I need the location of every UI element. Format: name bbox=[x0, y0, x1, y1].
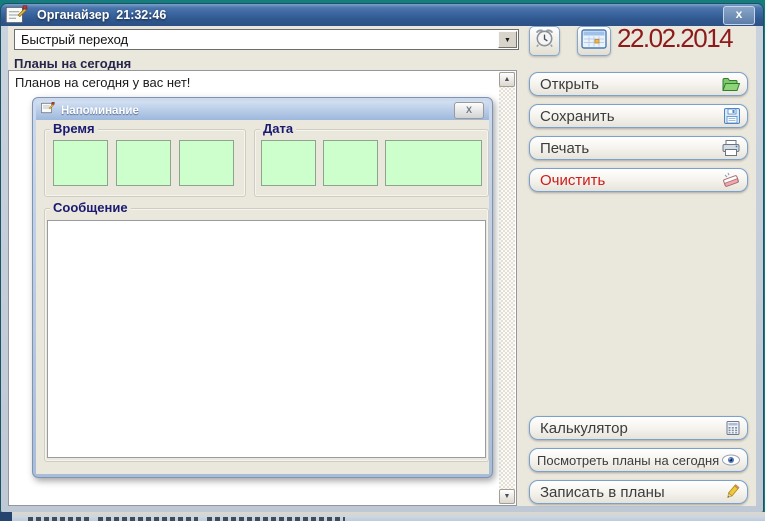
reminder-title-bar[interactable]: Напоминание X bbox=[36, 101, 489, 120]
clear-button[interactable]: Очистить bbox=[529, 168, 748, 192]
view-plans-button[interactable]: Посмотреть планы на сегодня bbox=[529, 448, 748, 472]
print-button-label: Печать bbox=[540, 139, 590, 157]
quick-nav-value: Быстрый переход bbox=[21, 32, 129, 47]
obscured-taskbar-corner bbox=[0, 512, 12, 521]
obscured-text-fragment bbox=[28, 517, 90, 521]
eye-icon bbox=[721, 453, 741, 467]
save-button[interactable]: Сохранить bbox=[529, 104, 748, 128]
time-hours-field[interactable] bbox=[53, 140, 108, 186]
open-folder-icon bbox=[721, 75, 741, 93]
message-textarea[interactable] bbox=[47, 220, 486, 458]
print-button[interactable]: Печать bbox=[529, 136, 748, 160]
scroll-down-icon[interactable]: ▼ bbox=[499, 489, 515, 504]
calculator-button-label: Калькулятор bbox=[540, 419, 628, 437]
eraser-icon bbox=[721, 171, 741, 189]
reminder-close-button[interactable]: X bbox=[454, 102, 484, 119]
time-seconds-field[interactable] bbox=[179, 140, 234, 186]
date-group-label: Дата bbox=[260, 121, 297, 136]
open-button[interactable]: Открыть bbox=[529, 72, 748, 96]
open-button-label: Открыть bbox=[540, 75, 599, 93]
date-day-field[interactable] bbox=[261, 140, 316, 186]
time-groupbox: Время bbox=[44, 121, 246, 197]
calendar-button[interactable] bbox=[577, 26, 611, 56]
message-groupbox: Сообщение bbox=[44, 200, 489, 462]
obscured-background-window-strip bbox=[0, 512, 765, 521]
organizer-window: Органайзер 21:32:46 x Быстрый переход ▼ bbox=[0, 3, 764, 518]
window-body: Быстрый переход ▼ 22.02.2014 Планы на се… bbox=[8, 23, 756, 506]
reminder-dialog-icon bbox=[40, 101, 55, 120]
current-date: 22.02.2014 bbox=[617, 23, 734, 53]
save-button-label: Сохранить bbox=[540, 107, 615, 125]
date-month-field[interactable] bbox=[323, 140, 378, 186]
obscured-text-fragment bbox=[98, 517, 198, 521]
combo-dropdown-arrow-icon[interactable]: ▼ bbox=[498, 31, 517, 48]
calendar-icon bbox=[581, 28, 607, 55]
reminder-dialog: Напоминание X Время Дата Сообщение bbox=[32, 97, 493, 478]
message-group-label: Сообщение bbox=[50, 200, 131, 215]
write-plans-button[interactable]: Записать в планы bbox=[529, 480, 748, 504]
reminder-dialog-title: Напоминание bbox=[61, 104, 139, 117]
view-plans-button-label: Посмотреть планы на сегодня bbox=[537, 452, 720, 468]
time-minutes-field[interactable] bbox=[116, 140, 171, 186]
alarm-clock-icon bbox=[533, 27, 556, 55]
printer-icon bbox=[721, 139, 741, 157]
window-title: Органайзер 21:32:46 bbox=[37, 8, 167, 22]
calculator-button[interactable]: Калькулятор bbox=[529, 416, 748, 440]
reminder-dialog-body: Время Дата Сообщение bbox=[36, 120, 489, 474]
plans-empty-message: Планов на сегодня у вас нет! bbox=[15, 75, 191, 90]
window-frame: Быстрый переход ▼ 22.02.2014 Планы на се… bbox=[1, 23, 763, 518]
clear-button-label: Очистить bbox=[540, 171, 606, 189]
plans-section-label: Планы на сегодня bbox=[14, 56, 132, 71]
pencil-icon bbox=[723, 483, 741, 501]
scroll-up-icon[interactable]: ▲ bbox=[499, 72, 515, 87]
date-groupbox: Дата bbox=[254, 121, 489, 197]
write-plans-button-label: Записать в планы bbox=[540, 483, 665, 501]
time-group-label: Время bbox=[50, 121, 98, 136]
save-floppy-icon bbox=[723, 107, 741, 125]
date-year-field[interactable] bbox=[385, 140, 482, 186]
alarm-button[interactable] bbox=[529, 26, 560, 56]
calculator-icon bbox=[725, 420, 741, 436]
plans-scrollbar[interactable]: ▲ ▼ bbox=[499, 72, 515, 504]
quick-nav-combobox[interactable]: Быстрый переход ▼ bbox=[14, 29, 519, 50]
obscured-text-fragment bbox=[207, 517, 345, 521]
